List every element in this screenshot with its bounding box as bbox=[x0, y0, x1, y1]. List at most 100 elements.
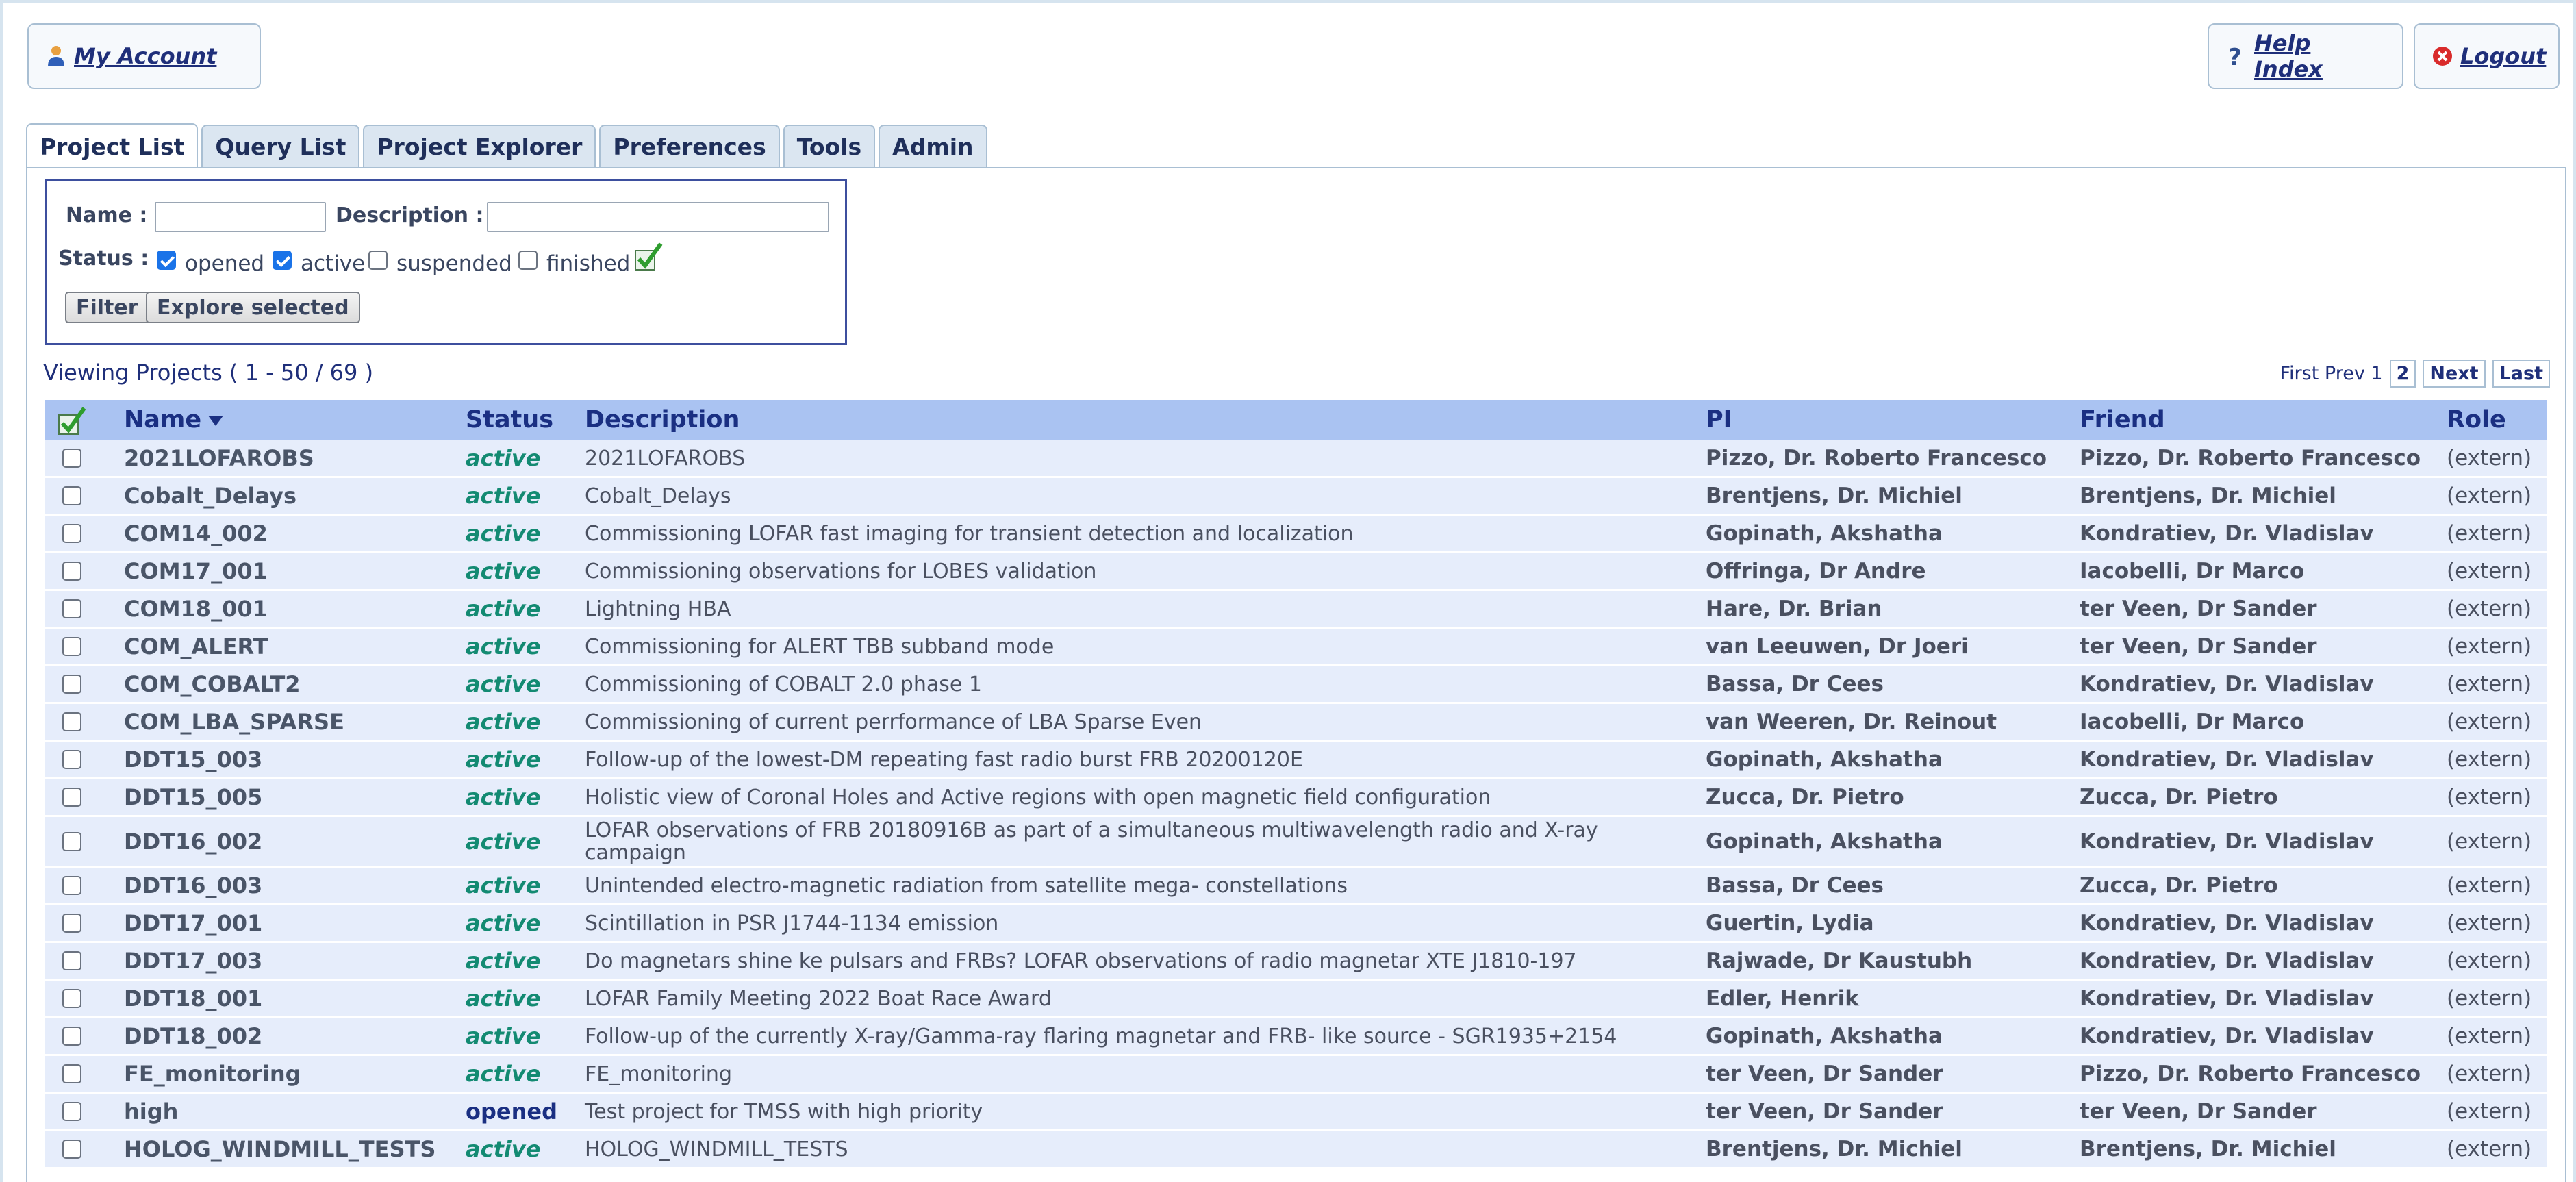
project-status: active bbox=[466, 483, 541, 509]
row-checkbox[interactable] bbox=[62, 1064, 81, 1083]
row-checkbox[interactable] bbox=[62, 562, 81, 581]
tab-admin[interactable]: Admin bbox=[879, 125, 987, 167]
project-name-link[interactable]: DDT15_003 bbox=[124, 742, 262, 777]
question-icon: ? bbox=[2225, 44, 2247, 71]
project-friend: Pizzo, Dr. Roberto Francesco bbox=[2080, 1061, 2421, 1086]
project-name-link[interactable]: DDT16_003 bbox=[124, 868, 262, 903]
column-description[interactable]: Description bbox=[585, 400, 740, 440]
row-checkbox[interactable] bbox=[62, 599, 81, 618]
project-role: (extern) bbox=[2447, 559, 2532, 583]
project-name-link[interactable]: DDT17_003 bbox=[124, 943, 262, 979]
column-pi[interactable]: PI bbox=[1706, 400, 1732, 440]
select-all-status-icon[interactable] bbox=[633, 241, 665, 275]
project-pi: Guertin, Lydia bbox=[1706, 911, 1874, 935]
project-status: active bbox=[466, 948, 541, 974]
project-name-link[interactable]: FE_monitoring bbox=[124, 1056, 301, 1092]
project-status: active bbox=[466, 520, 541, 546]
project-status: active bbox=[466, 671, 541, 697]
table-row: 2021LOFAROBS active 2021LOFAROBS Pizzo, Dr.… bbox=[45, 440, 2547, 478]
row-checkbox[interactable] bbox=[62, 712, 81, 731]
logout-button[interactable]: Logout bbox=[2414, 23, 2560, 89]
project-name-link[interactable]: HOLOG_WINDMILL_TESTS bbox=[124, 1131, 435, 1167]
explore-selected-button[interactable]: Explore selected bbox=[146, 292, 360, 323]
table-row: COM_COBALT2 active Commissioning of COBALT… bbox=[45, 666, 2547, 704]
project-name-link[interactable]: Cobalt_Delays bbox=[124, 478, 296, 514]
project-name-link[interactable]: COM_ALERT bbox=[124, 629, 268, 664]
column-name[interactable]: Name bbox=[124, 400, 224, 440]
project-name-link[interactable]: DDT16_002 bbox=[124, 817, 262, 866]
project-pi: Gopinath, Akshatha bbox=[1706, 829, 1943, 854]
project-description: Test project for TMSS with high priority bbox=[585, 1099, 983, 1124]
name-label: Name : bbox=[66, 203, 148, 227]
project-name-link[interactable]: DDT18_001 bbox=[124, 981, 262, 1016]
project-friend: ter Veen, Dr Sander bbox=[2080, 1099, 2317, 1124]
project-name-link[interactable]: high bbox=[124, 1094, 178, 1129]
name-input[interactable] bbox=[155, 202, 326, 232]
project-pi: Pizzo, Dr. Roberto Francesco bbox=[1706, 446, 2047, 470]
tab-project-list[interactable]: Project List bbox=[26, 123, 199, 168]
project-pi: Offringa, Dr Andre bbox=[1706, 559, 1926, 583]
tab-project-explorer[interactable]: Project Explorer bbox=[363, 125, 596, 167]
status-active-checkbox[interactable] bbox=[273, 251, 292, 270]
my-account-label: My Account bbox=[74, 43, 217, 69]
row-checkbox[interactable] bbox=[62, 951, 81, 970]
column-friend[interactable]: Friend bbox=[2080, 400, 2165, 440]
project-name-link[interactable]: COM18_001 bbox=[124, 591, 268, 627]
project-name-link[interactable]: DDT15_005 bbox=[124, 779, 262, 815]
row-checkbox[interactable] bbox=[62, 675, 81, 694]
tab-preferences[interactable]: Preferences bbox=[599, 125, 780, 167]
row-checkbox[interactable] bbox=[62, 524, 81, 543]
select-all-rows-icon[interactable] bbox=[57, 405, 88, 440]
project-pi: Rajwade, Dr Kaustubh bbox=[1706, 948, 1973, 973]
column-role[interactable]: Role bbox=[2447, 400, 2506, 440]
row-checkbox[interactable] bbox=[62, 449, 81, 468]
row-checkbox[interactable] bbox=[62, 637, 81, 656]
project-status: active bbox=[466, 784, 541, 810]
project-friend: Kondratiev, Dr. Vladislav bbox=[2080, 672, 2374, 696]
project-name-link[interactable]: COM17_001 bbox=[124, 553, 268, 589]
project-role: (extern) bbox=[2447, 446, 2532, 470]
status-opened-checkbox[interactable] bbox=[157, 251, 176, 270]
row-checkbox[interactable] bbox=[62, 750, 81, 769]
project-description: Do magnetars shine ke pulsars and FRBs? … bbox=[585, 948, 1577, 973]
row-checkbox[interactable] bbox=[62, 876, 81, 895]
project-role: (extern) bbox=[2447, 521, 2532, 546]
project-name-link[interactable]: COM_LBA_SPARSE bbox=[124, 704, 344, 740]
page: My Account ? Help Index Logout Project L… bbox=[3, 3, 2573, 1182]
project-name-link[interactable]: 2021LOFAROBS bbox=[124, 440, 314, 476]
row-checkbox[interactable] bbox=[62, 914, 81, 933]
row-checkbox[interactable] bbox=[62, 831, 81, 851]
filter-button[interactable]: Filter bbox=[65, 292, 149, 323]
row-checkbox[interactable] bbox=[62, 989, 81, 1008]
table-row: DDT17_003 active Do magnetars shine ke pul… bbox=[45, 943, 2547, 981]
pager-last[interactable]: Last bbox=[2492, 359, 2550, 388]
table-row: DDT15_003 active Follow-up of the lowest-D… bbox=[45, 742, 2547, 779]
tab-query-list[interactable]: Query List bbox=[201, 125, 360, 167]
description-input[interactable] bbox=[487, 202, 829, 232]
project-pi: Brentjens, Dr. Michiel bbox=[1706, 483, 1962, 508]
pager-page-2[interactable]: 2 bbox=[2389, 359, 2416, 388]
project-description: Commissioning of COBALT 2.0 phase 1 bbox=[585, 672, 982, 696]
pager-next[interactable]: Next bbox=[2423, 359, 2486, 388]
status-finished-checkbox[interactable] bbox=[518, 251, 538, 270]
description-label: Description : bbox=[336, 203, 484, 227]
project-friend: ter Veen, Dr Sander bbox=[2080, 596, 2317, 621]
status-finished-label: finished bbox=[546, 251, 631, 276]
row-checkbox[interactable] bbox=[62, 788, 81, 807]
row-checkbox[interactable] bbox=[62, 1027, 81, 1046]
project-name-link[interactable]: DDT18_002 bbox=[124, 1018, 262, 1054]
sort-desc-icon bbox=[208, 415, 224, 426]
project-name-link[interactable]: COM14_002 bbox=[124, 516, 268, 551]
help-index-button[interactable]: ? Help Index bbox=[2208, 23, 2403, 89]
project-pi: ter Veen, Dr Sander bbox=[1706, 1099, 1943, 1124]
column-status[interactable]: Status bbox=[466, 400, 553, 440]
row-checkbox[interactable] bbox=[62, 486, 81, 505]
my-account-button[interactable]: My Account bbox=[27, 23, 261, 89]
project-name-link[interactable]: COM_COBALT2 bbox=[124, 666, 301, 702]
row-checkbox[interactable] bbox=[62, 1102, 81, 1121]
project-name-link[interactable]: DDT17_001 bbox=[124, 905, 262, 941]
tab-tools[interactable]: Tools bbox=[783, 125, 876, 167]
row-checkbox[interactable] bbox=[62, 1140, 81, 1159]
table-row: COM14_002 active Commissioning LOFAR fast … bbox=[45, 516, 2547, 553]
status-suspended-checkbox[interactable] bbox=[368, 251, 388, 270]
